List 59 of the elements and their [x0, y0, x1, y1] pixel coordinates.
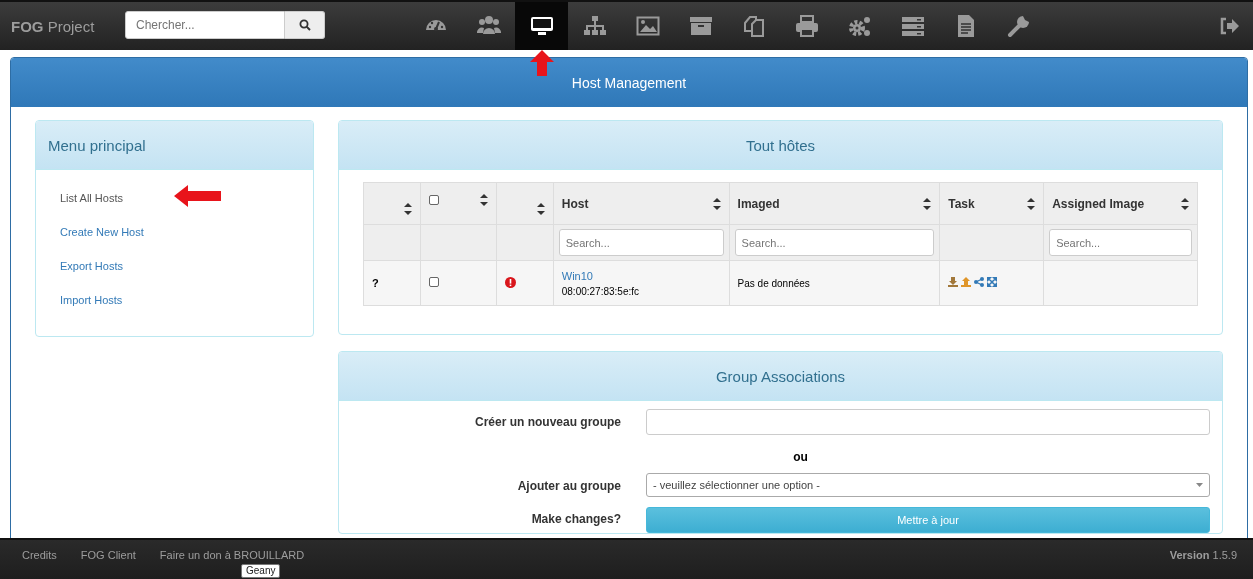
input-field[interactable]: [646, 409, 1210, 435]
sort-icon[interactable]: [712, 197, 721, 210]
column-header: Imaged: [737, 196, 780, 211]
download-icon[interactable]: [948, 277, 959, 287]
panel-title: Tout hôtes: [745, 136, 816, 154]
server-icon: [900, 14, 925, 38]
image-icon: [635, 14, 660, 38]
host-link[interactable]: Win10: [561, 269, 593, 282]
field-label: Créer un nouveau groupe: [473, 414, 621, 431]
logout-icon[interactable]: [1219, 17, 1239, 35]
menu-link[interactable]: Create New Host: [60, 220, 144, 254]
status-text: ?: [372, 277, 379, 289]
checkbox[interactable]: [428, 194, 439, 205]
group-dropdown[interactable]: - veuillez sélectionner une option -: [646, 473, 1210, 497]
sort-icon[interactable]: [923, 197, 932, 210]
printer-icon: [794, 14, 819, 38]
gears-icon: [847, 14, 872, 38]
separator-text: ou: [793, 450, 808, 464]
checkbox[interactable]: [428, 277, 439, 287]
version-text: Version 1.5.9: [1169, 548, 1237, 561]
nav-tab[interactable]: [515, 2, 568, 50]
field-label: Make changes?: [530, 511, 621, 528]
footer-link[interactable]: Faire un don à BROUILLARD: [159, 549, 305, 561]
sitemap-icon: [582, 14, 607, 38]
table-cell: Pas de données: [737, 278, 810, 289]
sort-icon[interactable]: [479, 193, 488, 206]
page-header: Host Management: [11, 58, 1247, 107]
caret-icon: [1196, 483, 1203, 487]
search-icon: [298, 19, 311, 31]
sort-icon[interactable]: [536, 202, 545, 215]
panel-title: Group Associations: [715, 367, 846, 385]
column-header: Assigned Image: [1052, 196, 1145, 211]
annotation-arrow-icon: [174, 185, 221, 207]
filter-field[interactable]: Search...: [1049, 229, 1192, 256]
copy-icon: [741, 14, 766, 38]
menu-link[interactable]: List All Hosts: [60, 186, 123, 220]
footer-link[interactable]: FOG Client: [80, 549, 136, 561]
column-header: Task: [948, 196, 975, 211]
wrench-icon: [1006, 14, 1031, 38]
mac-address: 08:00:27:83:5e:fc: [561, 285, 641, 297]
share-icon[interactable]: [974, 277, 985, 287]
footer-link[interactable]: Credits: [22, 549, 57, 561]
column-header: Host: [561, 196, 589, 211]
expand-icon[interactable]: [987, 277, 998, 287]
tooltip: Geany: [241, 564, 281, 578]
sort-icon[interactable]: [1181, 197, 1189, 210]
search-button[interactable]: [285, 11, 325, 39]
sort-icon[interactable]: [403, 202, 412, 215]
menu-link[interactable]: Export Hosts: [60, 254, 123, 288]
archive-icon: [688, 14, 713, 38]
field-label: Ajouter au groupe: [516, 478, 621, 495]
brand-title[interactable]: FOG Project: [11, 17, 125, 35]
menu-link[interactable]: Import Hosts: [60, 288, 123, 322]
panel-title: Menu principal: [48, 136, 146, 154]
annotation-arrow-icon: [530, 50, 554, 76]
filter-field[interactable]: Search...: [734, 229, 935, 256]
monitor-icon: [529, 14, 554, 38]
sort-icon[interactable]: [1027, 197, 1036, 210]
filter-field[interactable]: Search...: [558, 229, 724, 256]
